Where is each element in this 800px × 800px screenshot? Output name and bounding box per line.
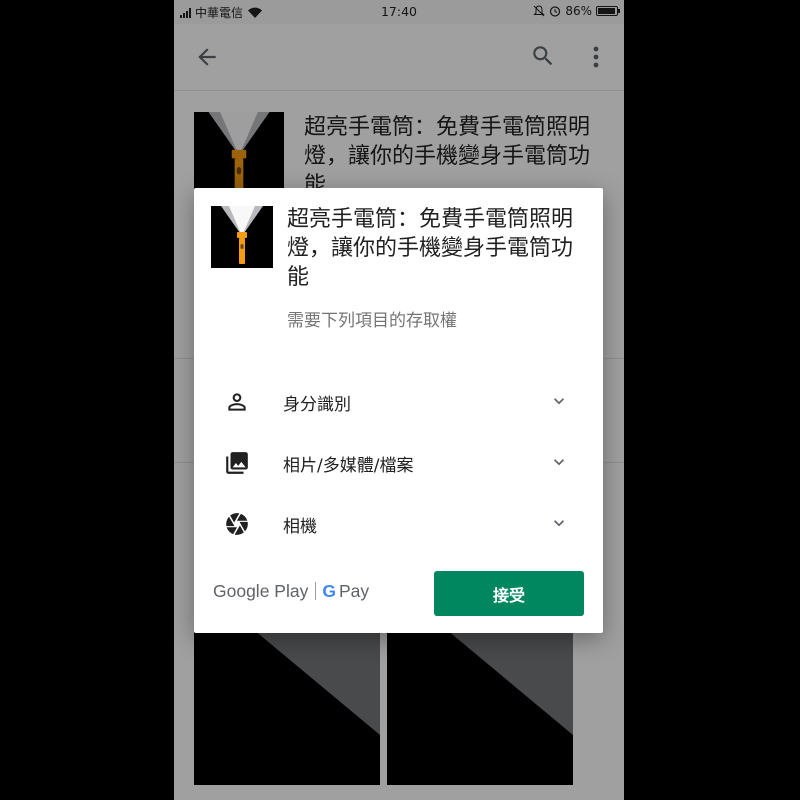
chevron-down-icon[interactable] (549, 513, 569, 533)
chevron-down-icon[interactable] (549, 391, 569, 411)
permission-dialog: 超亮手電筒：免費手電筒照明燈，讓你的手機變身手電筒功能 需要下列項目的存取權 身… (194, 188, 603, 633)
person-icon (228, 393, 246, 411)
accept-button[interactable]: 接受 (434, 571, 584, 616)
brand-google-play: Google Play (213, 580, 309, 601)
brand-pay: Pay (338, 580, 370, 601)
chevron-down-icon[interactable] (549, 452, 569, 472)
permission-item-media[interactable]: 相片/多媒體/檔案 (194, 437, 603, 487)
permission-label: 相機 (283, 517, 317, 537)
permission-item-identity[interactable]: 身分識別 (194, 376, 603, 426)
permission-item-camera[interactable]: 相機 (194, 498, 603, 548)
permission-label: 身分識別 (283, 395, 351, 415)
phone-screen: 中華電信 17:40 86% 超亮手電筒：免費手電筒照明燈，讓你的手機變身手電筒… (174, 0, 624, 800)
flashlight-icon (211, 206, 273, 268)
brand-divider (315, 582, 317, 600)
camera-shutter-icon (226, 513, 248, 535)
permission-label: 相片/多媒體/檔案 (283, 456, 414, 476)
google-play-pay-logo: Google Play G Pay (213, 580, 369, 602)
photo-library-icon (226, 452, 248, 474)
dialog-app-title: 超亮手電筒：免費手電筒照明燈，讓你的手機變身手電筒功能 (287, 207, 574, 290)
app-icon (211, 206, 273, 268)
google-g-icon: G (322, 580, 336, 601)
dialog-subtitle: 需要下列項目的存取權 (287, 311, 457, 331)
